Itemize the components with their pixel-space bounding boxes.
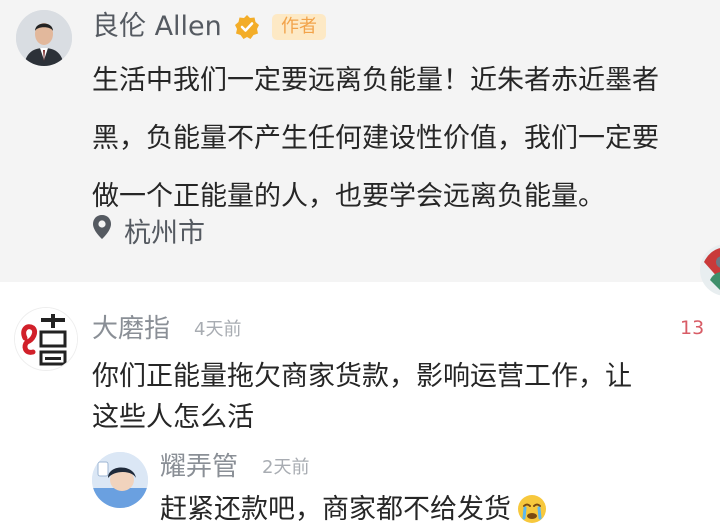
comment-timestamp: 4天前 <box>194 319 242 340</box>
post-text-line: 做一个正能量的人，也要学会远离负能量。 <box>92 181 605 212</box>
author-avatar[interactable] <box>16 10 72 66</box>
verified-badge-icon <box>234 14 260 40</box>
author-badge: 作者 <box>272 14 326 40</box>
reply-timestamp: 2天前 <box>262 457 310 478</box>
comment-text: 你们正能量拖欠商家货款，影响运营工作，让 这些人怎么活 <box>92 356 720 438</box>
reply-text-content: 赶紧还款吧，商家都不给发货 <box>160 494 511 525</box>
reply-author-name[interactable]: 耀弄管 <box>160 450 238 484</box>
comment-text-line: 你们正能量拖欠商家货款，影响运营工作，让 <box>92 361 632 392</box>
author-post: 良伦 Allen 作者 生活中我们一定要远离负能量！近朱者赤近墨者 黑，负能量不… <box>0 0 720 282</box>
crying-face-emoji-icon <box>517 494 547 529</box>
damozhi-logo-avatar[interactable] <box>15 308 77 370</box>
post-text-line: 黑，负能量不产生任何建设性价值，我们一定要 <box>92 123 659 154</box>
comment-text-line: 这些人怎么活 <box>92 402 254 433</box>
commenter-name[interactable]: 大磨指 <box>92 312 170 346</box>
author-name[interactable]: 良伦 Allen <box>92 10 222 44</box>
comment-thread: 良伦 Allen 作者 生活中我们一定要远离负能量！近朱者赤近墨者 黑，负能量不… <box>0 0 720 529</box>
location-pin-icon <box>92 214 112 247</box>
location-label: 杭州市 <box>124 217 205 249</box>
post-text: 生活中我们一定要远离负能量！近朱者赤近墨者 黑，负能量不产生任何建设性价值，我们… <box>92 52 720 226</box>
sticker-image <box>700 240 720 310</box>
comment-like-count[interactable]: 13 <box>680 316 704 340</box>
post-text-line: 生活中我们一定要远离负能量！近朱者赤近墨者 <box>92 65 659 96</box>
reply-text: 赶紧还款吧，商家都不给发货 <box>160 490 547 529</box>
reply-avatar[interactable] <box>92 452 148 508</box>
post-location[interactable]: 杭州市 <box>92 210 205 250</box>
